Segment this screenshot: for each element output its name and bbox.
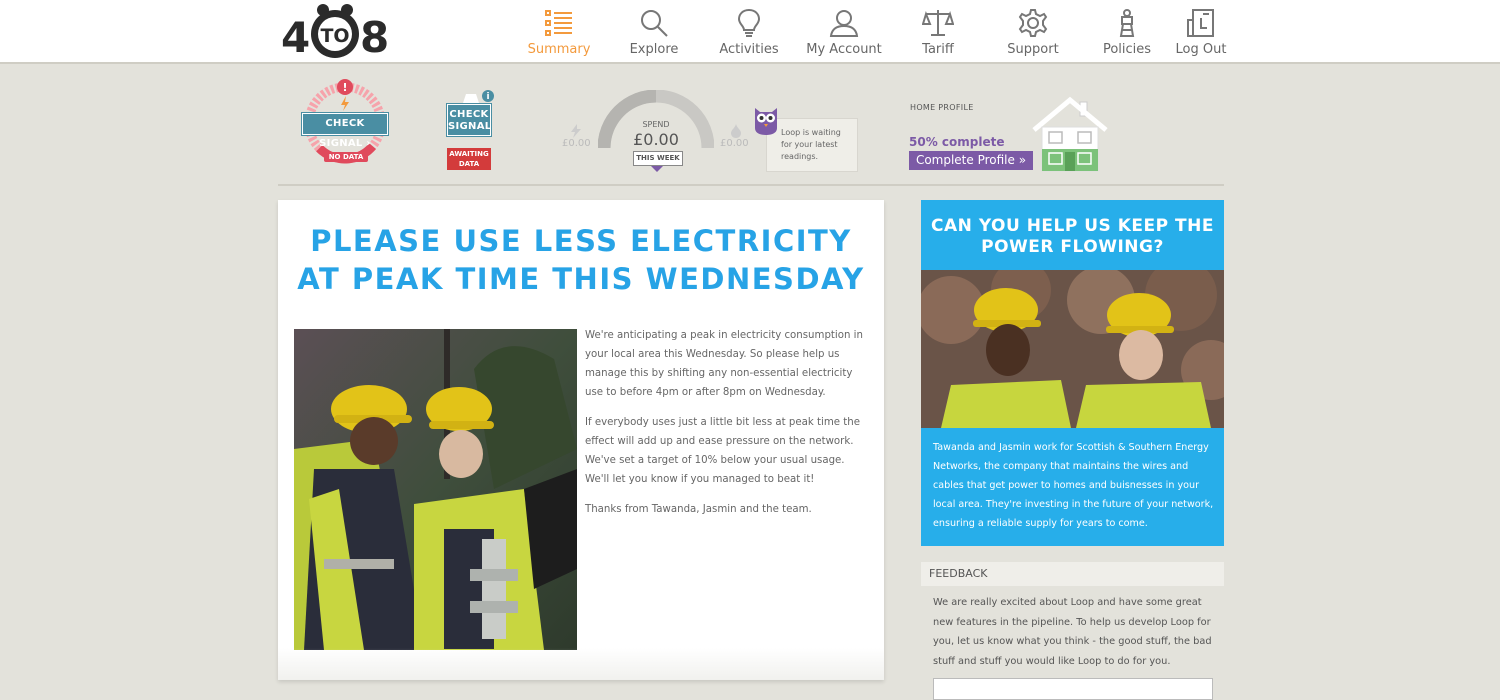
nav-activities[interactable]: Activities — [704, 6, 794, 57]
loop-logo[interactable]: 4 TO 8 — [280, 2, 390, 60]
svg-text:!: ! — [342, 81, 347, 94]
article-title: PLEASE USE LESS ELECTRICITY AT PEAK TIME… — [278, 222, 884, 298]
logout-icon — [1187, 9, 1214, 37]
search-icon — [641, 10, 668, 37]
nav-tariff-label: Tariff — [922, 42, 954, 57]
chevron-right-icon: › — [366, 138, 371, 149]
electricity-spend-value: £0.00 — [562, 138, 591, 149]
check-signal-electricity-button[interactable]: CHECK SIGNAL › — [302, 113, 388, 149]
article-title-line1: PLEASE USE LESS ELECTRICITY — [310, 224, 852, 258]
nav-support[interactable]: Support — [988, 6, 1078, 57]
article-card: PLEASE USE LESS ELECTRICITY AT PEAK TIME… — [278, 200, 884, 680]
user-icon — [829, 10, 859, 37]
home-profile-label: HOME PROFILE — [910, 103, 974, 112]
check-label-line2: SIGNAL — [448, 121, 492, 132]
power-flowing-panel: CAN YOU HELP US KEEP THE POWER FLOWING? … — [921, 200, 1224, 546]
nav-activities-label: Activities — [719, 42, 779, 57]
nav-summary[interactable]: Summary — [514, 6, 604, 57]
nav-explore[interactable]: Explore — [609, 6, 699, 57]
nav-my-account-label: My Account — [806, 42, 882, 57]
engineers-photo — [294, 329, 577, 650]
lightbulb-icon — [737, 8, 761, 37]
info-icon: i — [486, 92, 489, 102]
list-icon — [545, 10, 572, 36]
article-body: We're anticipating a peak in electricity… — [585, 326, 871, 530]
awaiting-line1: AWAITING — [449, 150, 489, 158]
status-divider — [278, 184, 1224, 186]
spend-value: £0.00 — [633, 130, 679, 149]
nav-log-out[interactable]: Log Out — [1156, 6, 1246, 57]
owl-icon — [755, 108, 777, 135]
feedback-heading: FEEDBACK — [921, 562, 1224, 586]
engineers-portrait-photo — [921, 270, 1224, 428]
complete-profile-button[interactable]: Complete Profile » — [909, 151, 1033, 170]
top-navigation-bar: 4 TO 8 Summary Explore Activities My Acc… — [0, 0, 1500, 64]
gas-spend-value: £0.00 — [720, 138, 749, 149]
spend-label: SPEND — [642, 120, 670, 129]
tower-icon — [1119, 9, 1135, 37]
logo-right: 8 — [360, 13, 389, 60]
no-data-tag: NO DATA — [324, 152, 368, 162]
nav-summary-label: Summary — [527, 42, 591, 57]
electricity-bolt-icon — [571, 124, 581, 138]
logo-middle: TO — [320, 25, 349, 47]
article-paragraph: We're anticipating a peak in electricity… — [585, 330, 863, 398]
scales-icon — [922, 10, 954, 36]
article-title-line2: AT PEAK TIME THIS WEDNESDAY — [297, 262, 865, 296]
check-label-line1: CHECK — [449, 109, 489, 120]
check-signal-label: CHECK SIGNAL — [319, 118, 365, 149]
nav-tariff[interactable]: Tariff — [893, 6, 983, 57]
house-icon — [1032, 96, 1108, 172]
feedback-input[interactable] — [933, 678, 1213, 700]
period-selector[interactable]: THIS WEEK — [633, 151, 683, 166]
panel-title-line2: POWER FLOWING? — [981, 237, 1164, 257]
awaiting-line2: DATA — [458, 160, 480, 168]
check-signal-gas-button[interactable]: CHECK SIGNAL — [447, 104, 491, 136]
logo-left: 4 — [281, 13, 310, 60]
article-paragraph: If everybody uses just a little bit less… — [585, 417, 860, 485]
nav-log-out-label: Log Out — [1175, 42, 1227, 57]
panel-title-line1: CAN YOU HELP US KEEP THE — [931, 216, 1214, 236]
panel-text: Tawanda and Jasmin work for Scottish & S… — [933, 442, 1214, 529]
feedback-text: We are really excited about Loop and hav… — [933, 597, 1212, 667]
gas-flame-icon — [731, 124, 741, 138]
nav-my-account[interactable]: My Account — [799, 6, 889, 57]
card-fade — [278, 648, 884, 680]
awaiting-data-tag: AWAITING DATA — [447, 148, 491, 170]
nav-support-label: Support — [1007, 42, 1059, 57]
gear-icon — [1018, 9, 1048, 37]
article-paragraph: Thanks from Tawanda, Jasmin and the team… — [585, 504, 812, 515]
panel-title: CAN YOU HELP US KEEP THE POWER FLOWING? — [921, 216, 1224, 258]
period-caret-icon[interactable] — [651, 166, 663, 172]
nav-explore-label: Explore — [629, 42, 679, 57]
profile-complete-text: 50% complete — [909, 135, 1005, 149]
